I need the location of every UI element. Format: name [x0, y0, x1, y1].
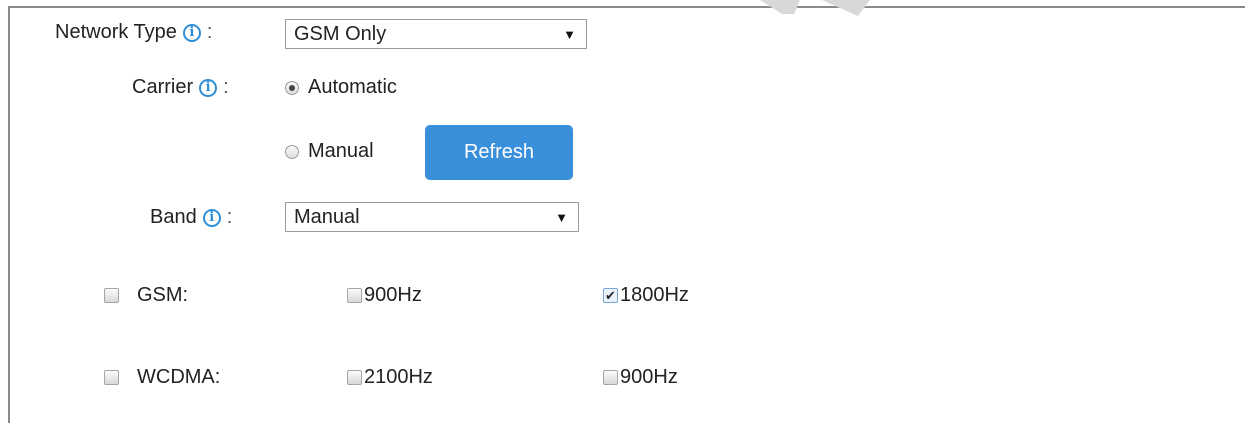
band-value: Manual	[294, 205, 360, 228]
gsm-900-option[interactable]: 900Hz	[347, 284, 422, 307]
gsm-option[interactable]: GSM:	[104, 284, 188, 307]
wcdma-900-option[interactable]: 900Hz	[603, 366, 678, 389]
wcdma-2100-checkbox[interactable]	[347, 370, 362, 385]
carrier-automatic-option[interactable]: Automatic	[285, 76, 397, 99]
radio-manual[interactable]	[285, 144, 299, 159]
carrier-manual-option[interactable]: Manual	[285, 140, 374, 163]
wcdma-option[interactable]: WCDMA:	[104, 366, 220, 389]
wcdma-checkbox[interactable]	[104, 370, 119, 385]
band-label-group: Band i :	[150, 206, 232, 229]
caret-down-icon: ▼	[563, 26, 576, 42]
watermark-shape	[760, 0, 870, 16]
wcdma-900-checkbox[interactable]	[603, 370, 618, 385]
refresh-button[interactable]: Refresh	[425, 125, 573, 180]
colon: :	[206, 21, 213, 43]
carrier-label: Carrier	[132, 76, 194, 98]
panel-top-border	[8, 6, 1245, 8]
colon: :	[226, 206, 233, 228]
network-type-value: GSM Only	[294, 22, 387, 45]
wcdma-2100-option[interactable]: 2100Hz	[347, 366, 433, 389]
gsm-900-checkbox[interactable]	[347, 288, 362, 303]
gsm-1800-option[interactable]: ✔ 1800Hz	[603, 284, 689, 307]
network-type-select[interactable]: GSM Only ▼	[285, 19, 587, 49]
band-label: Band	[150, 206, 197, 228]
wcdma-label: WCDMA:	[137, 366, 221, 388]
wcdma-900-label: 900Hz	[620, 366, 678, 388]
colon: :	[223, 76, 229, 98]
info-icon[interactable]: i	[202, 208, 221, 227]
band-select[interactable]: Manual ▼	[285, 202, 579, 232]
network-type-label: Network Type	[55, 21, 177, 43]
radio-automatic[interactable]	[285, 80, 299, 95]
gsm-900-label: 900Hz	[364, 284, 422, 306]
wcdma-2100-label: 2100Hz	[364, 366, 433, 388]
info-icon[interactable]: i	[199, 78, 218, 97]
checkmark-icon: ✔	[605, 287, 616, 303]
carrier-label-group: Carrier i :	[132, 76, 229, 99]
gsm-1800-label: 1800Hz	[620, 284, 689, 306]
gsm-checkbox[interactable]	[104, 288, 119, 303]
radio-automatic-label: Automatic	[308, 76, 397, 98]
gsm-1800-checkbox[interactable]: ✔	[603, 288, 618, 303]
radio-manual-label: Manual	[308, 140, 374, 162]
info-icon[interactable]: i	[182, 23, 201, 42]
caret-down-icon: ▼	[555, 209, 568, 225]
gsm-label: GSM:	[137, 284, 189, 306]
network-type-label-group: Network Type i :	[55, 21, 212, 44]
panel-left-border	[8, 6, 10, 423]
